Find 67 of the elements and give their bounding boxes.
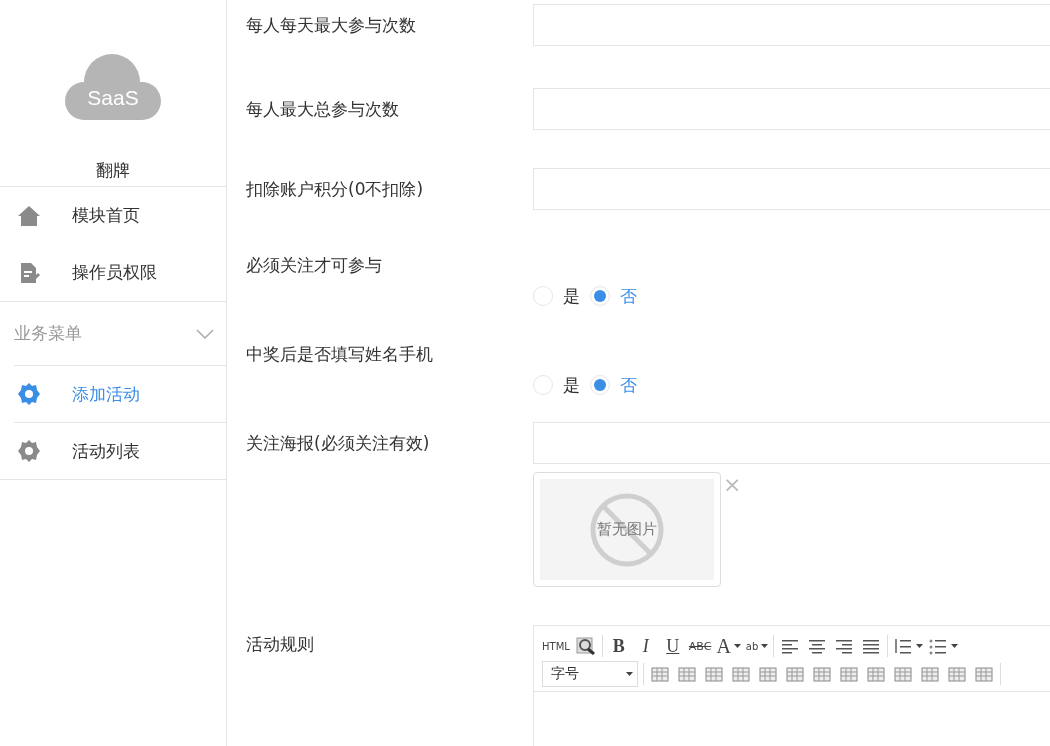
table-icon <box>920 665 940 683</box>
radio-label: 否 <box>620 284 637 308</box>
font-color-button[interactable]: A <box>716 634 741 658</box>
justify-icon <box>861 637 882 655</box>
field-label: 关注海报(必须关注有效) <box>246 432 431 455</box>
input-field[interactable] <box>533 168 1050 210</box>
gear-icon <box>16 439 42 463</box>
caret-icon <box>951 644 959 648</box>
highlight-button[interactable]: ab <box>745 634 769 658</box>
gear-icon <box>16 382 42 406</box>
table-icon <box>974 665 994 683</box>
caret-icon <box>626 672 633 676</box>
menu-item[interactable]: 添加活动 <box>14 366 226 422</box>
table-icon <box>704 665 724 683</box>
radio-label: 否 <box>620 373 637 397</box>
input-field[interactable] <box>533 422 1050 464</box>
underline-button[interactable]: U <box>661 634 684 658</box>
bold-button[interactable]: B <box>607 634 630 658</box>
table-icon <box>947 665 967 683</box>
table-icon <box>758 665 778 683</box>
radio-option[interactable]: 否 <box>590 284 637 308</box>
prohibited-icon <box>589 491 665 568</box>
menu-item[interactable]: 模块首页 <box>0 187 226 244</box>
table-icon <box>866 665 886 683</box>
font-size-select[interactable]: 字号 <box>542 661 638 687</box>
radio-option[interactable]: 是 <box>533 284 580 308</box>
input-field[interactable] <box>533 4 1050 46</box>
caret-icon <box>761 644 769 648</box>
align-center-icon <box>807 637 828 655</box>
section-label: 业务菜单 <box>14 322 82 345</box>
caret-icon <box>733 644 741 648</box>
menu-item[interactable]: 活动列表 <box>14 422 226 479</box>
input-field[interactable] <box>533 88 1050 130</box>
field-label: 每人每天最大参与次数 <box>246 14 417 37</box>
table-icon <box>677 665 697 683</box>
radio-option[interactable]: 是 <box>533 373 580 397</box>
ordered-list-icon <box>893 637 914 655</box>
html-button[interactable]: HTML <box>542 634 570 658</box>
field-label: 活动规则 <box>246 633 315 656</box>
field-label: 中奖后是否填写姓名手机 <box>246 343 434 366</box>
table-icon <box>893 665 913 683</box>
radio-label: 是 <box>563 373 580 397</box>
no-image-text: 暂无图片 <box>597 520 657 539</box>
italic-button[interactable]: I <box>634 634 657 658</box>
rich-text-editor[interactable]: HTML B I U ABC A ab 字号 <box>533 625 1050 746</box>
align-right-icon <box>834 637 855 655</box>
table-icon <box>785 665 805 683</box>
field-label: 每人最大总参与次数 <box>246 98 400 121</box>
menu-item[interactable]: 操作员权限 <box>0 244 226 301</box>
strike-button[interactable]: ABC <box>688 634 712 658</box>
align-left-icon <box>780 637 801 655</box>
caret-icon <box>916 644 924 648</box>
house-icon <box>16 203 42 228</box>
table-icon <box>650 665 670 683</box>
field-label: 扣除账户积分(0不扣除) <box>246 178 425 201</box>
preview-button[interactable] <box>574 634 597 658</box>
table-icon <box>812 665 832 683</box>
chevron-icon <box>196 328 214 339</box>
preview-icon <box>575 637 596 655</box>
radio-label: 是 <box>563 284 580 308</box>
field-label: 必须关注才可参与 <box>246 254 383 277</box>
radio-option[interactable]: 否 <box>590 373 637 397</box>
bullet-list-icon <box>928 637 949 655</box>
cloud-logo: SaaS <box>65 52 161 122</box>
app-title: 翻牌 <box>95 159 131 182</box>
table-icon <box>731 665 751 683</box>
table-icon <box>839 665 859 683</box>
